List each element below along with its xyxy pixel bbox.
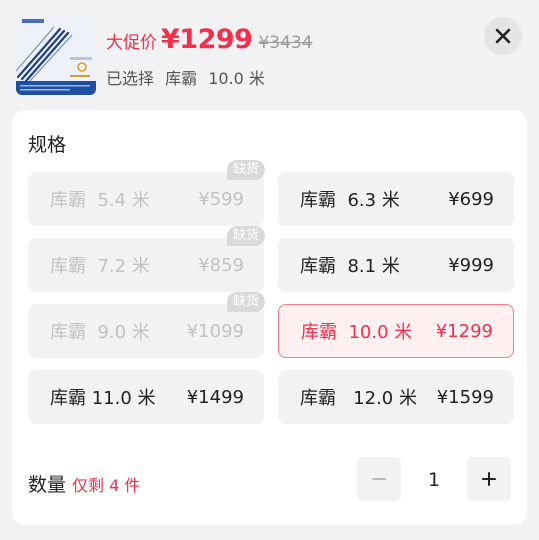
option-price: ¥599 (198, 188, 244, 210)
option-price: ¥1499 (186, 386, 244, 408)
plus-icon (482, 472, 496, 486)
option-name: 库霸 10.0 米 (301, 322, 413, 343)
option-name: 库霸 9.0 米 (50, 322, 150, 343)
out-of-stock-badge: 缺货 (226, 160, 265, 180)
increase-quantity-button[interactable] (467, 457, 511, 501)
option-name: 库霸 8.1 米 (300, 256, 400, 277)
product-thumbnail-icon (16, 15, 96, 95)
spec-option-11-0[interactable]: 库霸 11.0 米 ¥1499 (28, 370, 264, 424)
minus-icon (372, 478, 386, 480)
quantity-label: 数量 (28, 474, 67, 496)
option-price: ¥699 (448, 188, 494, 210)
spec-option-12-0[interactable]: 库霸 12.0 米 ¥1599 (278, 370, 514, 424)
product-thumbnail (16, 15, 96, 95)
price-line: 大促价 ¥1299 ¥3434 (106, 24, 313, 58)
option-price: ¥999 (448, 254, 494, 276)
quantity-value[interactable]: 1 (412, 469, 456, 491)
current-price: ¥1299 (161, 24, 253, 55)
option-name: 库霸 12.0 米 (300, 388, 417, 409)
option-name: 库霸 11.0 米 (50, 388, 156, 409)
spec-option-10-0[interactable]: 库霸 10.0 米 ¥1299 (278, 304, 514, 358)
close-button[interactable] (484, 17, 522, 55)
original-price: ¥3434 (258, 33, 313, 53)
spec-title: 规格 (28, 134, 67, 156)
out-of-stock-badge: 缺货 (226, 292, 265, 312)
selected-prefix: 已选择 (106, 69, 155, 88)
stock-note: 仅剩 4 件 (72, 476, 141, 495)
spec-option-7-2[interactable]: 库霸 7.2 米 ¥859 缺货 (28, 226, 265, 292)
selected-name: 库霸 (165, 69, 198, 88)
option-name: 库霸 5.4 米 (50, 190, 150, 211)
option-name: 库霸 6.3 米 (300, 190, 400, 211)
spec-option-5-4[interactable]: 库霸 5.4 米 ¥599 缺货 (28, 160, 265, 226)
close-icon (495, 28, 511, 44)
selected-length: 10.0 米 (208, 69, 265, 88)
option-price: ¥1299 (435, 320, 493, 342)
product-header: 大促价 ¥1299 ¥3434 已选择 库霸 10.0 米 (0, 0, 539, 108)
out-of-stock-badge: 缺货 (226, 226, 265, 246)
option-name: 库霸 7.2 米 (50, 256, 150, 277)
promo-label: 大促价 (106, 33, 157, 53)
option-price: ¥1099 (186, 320, 244, 342)
spec-option-9-0[interactable]: 库霸 9.0 米 ¥1099 缺货 (28, 292, 265, 358)
spec-panel: 规格 库霸 5.4 米 ¥599 缺货 库霸 6.3 米 ¥699 库霸 7.2… (12, 110, 527, 525)
decrease-quantity-button[interactable] (357, 457, 401, 501)
quantity-row: 数量 仅剩 4 件 1 (12, 457, 527, 503)
option-price: ¥859 (198, 254, 244, 276)
selected-spec-summary: 已选择 库霸 10.0 米 (106, 65, 271, 89)
spec-option-6-3[interactable]: 库霸 6.3 米 ¥699 (278, 172, 514, 226)
option-price: ¥1599 (436, 386, 494, 408)
spec-option-8-1[interactable]: 库霸 8.1 米 ¥999 (278, 238, 514, 292)
